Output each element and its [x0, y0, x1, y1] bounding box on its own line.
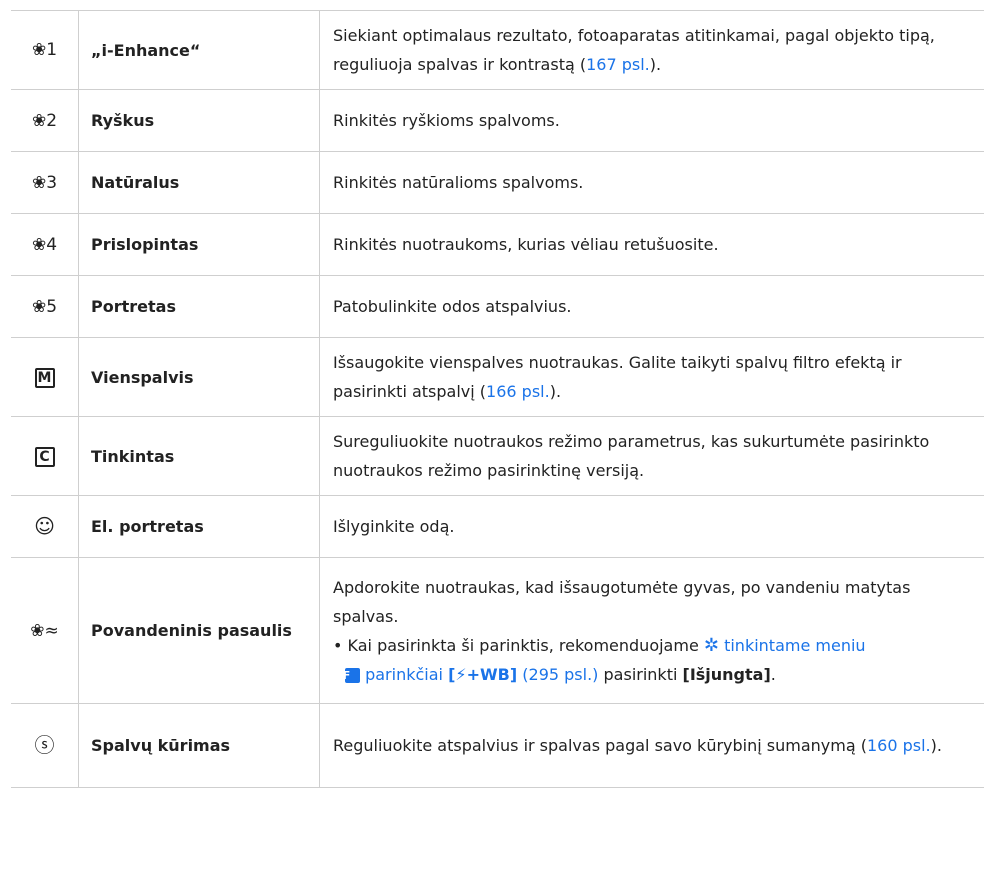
mode-name: „i-Enhance“ [78, 10, 320, 90]
portrait-5-icon: ❀5 [31, 296, 58, 317]
mode-description: Išlyginkite odą. [319, 495, 984, 558]
mode-description: Reguliuokite atspalvius ir spalvas pagal… [319, 703, 984, 788]
f-menu-icon: F [343, 667, 360, 683]
mode-name: Natūralus [78, 151, 320, 214]
e-portrait-icon: ☺ [34, 514, 55, 538]
mode-description: Sureguliuokite nuotraukos režimo paramet… [319, 416, 984, 496]
mode-name: Tinkintas [78, 416, 320, 496]
mode-description: Rinkitės natūralioms spalvoms. [319, 151, 984, 214]
page-link[interactable]: (295 psl.) [522, 665, 598, 684]
mode-description: Patobulinkite odos atspalvius. [319, 275, 984, 338]
mode-name: Spalvų kūrimas [78, 703, 320, 788]
table-row: ❀5 Portretas Patobulinkite odos atspalvi… [11, 275, 984, 338]
mode-name: Povandeninis pasaulis [78, 557, 320, 704]
mode-description: Išsaugokite vienspalves nuotraukas. Gali… [319, 337, 984, 417]
page-link[interactable]: 167 psl. [586, 55, 650, 74]
table-row: M Vienspalvis Išsaugokite vienspalves nu… [11, 337, 984, 417]
mode-description: Siekiant optimalaus rezultato, fotoapara… [319, 10, 984, 90]
mode-name: Ryškus [78, 89, 320, 152]
portrait-1-icon: ❀1 [31, 40, 58, 60]
gear-icon: ✲ [703, 634, 719, 656]
page-link[interactable]: 160 psl. [867, 736, 931, 755]
monochrome-icon: M [34, 367, 55, 388]
mode-name: Vienspalvis [78, 337, 320, 417]
flash-icon: ⚡ [455, 664, 467, 684]
mode-description: Apdorokite nuotraukas, kad išsaugotumėte… [319, 557, 984, 704]
custom-icon: C [34, 446, 55, 467]
custom-menu-link[interactable]: tinkintame meniu [724, 636, 865, 655]
table-row: ☺ El. portretas Išlyginkite odą. [11, 495, 984, 558]
picture-mode-table: ❀1 „i-Enhance“ Siekiant optimalaus rezul… [11, 10, 984, 788]
page-link[interactable]: 166 psl. [486, 382, 550, 401]
mode-name: Prislopintas [78, 213, 320, 276]
table-row: ❀≈ Povandeninis pasaulis Apdorokite nuot… [11, 557, 984, 704]
mode-name: Portretas [78, 275, 320, 338]
table-row: ❀3 Natūralus Rinkitės natūralioms spalvo… [11, 151, 984, 214]
note-bullet: • Kai pasirinkta ši parinktis, rekomendu… [333, 634, 866, 684]
portrait-4-icon: ❀4 [31, 234, 58, 255]
option-link[interactable]: parinkčiai [365, 665, 443, 684]
table-row: C Tinkintas Sureguliuokite nuotraukos re… [11, 416, 984, 496]
table-row: ❀4 Prislopintas Rinkitės nuotraukoms, ku… [11, 213, 984, 276]
table-row: ⓢ Spalvų kūrimas Reguliuokite atspalvius… [11, 703, 984, 788]
table-row: ❀2 Ryškus Rinkitės ryškioms spalvoms. [11, 89, 984, 152]
mode-description: Rinkitės nuotraukoms, kurias vėliau retu… [319, 213, 984, 276]
mode-name: El. portretas [78, 495, 320, 558]
underwater-icon: ❀≈ [30, 620, 59, 641]
mode-description: Rinkitės ryškioms spalvoms. [319, 89, 984, 152]
color-creator-icon: ⓢ [34, 733, 55, 757]
table-row: ❀1 „i-Enhance“ Siekiant optimalaus rezul… [11, 10, 984, 90]
portrait-3-icon: ❀3 [31, 172, 58, 193]
portrait-2-icon: ❀2 [31, 110, 58, 131]
